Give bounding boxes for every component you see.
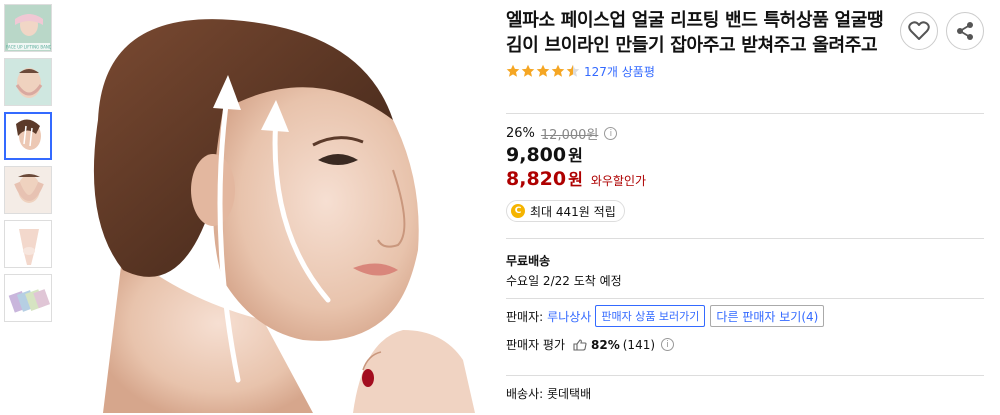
thumbnail-3[interactable] [4, 112, 52, 160]
sale-price: 9,800 [506, 144, 567, 166]
reward-badge[interactable]: C 최대 441원 적립 [506, 200, 625, 222]
seller-rating-label: 판매자 평가 [506, 338, 566, 352]
sale-price-unit: 원 [568, 146, 583, 165]
seller-rating-row: 판매자 평가 82% (141) i [506, 336, 675, 353]
view-seller-products-button[interactable]: 판매자 상품 보러가기 [595, 305, 706, 327]
seller-label: 판매자: [506, 309, 544, 324]
divider-3 [506, 298, 984, 299]
seller-rating-count: (141) [622, 337, 656, 352]
discount-rate: 26% [506, 126, 535, 141]
thumbnail-4-image [5, 167, 51, 213]
coin-icon: C [511, 204, 525, 218]
original-price: 12,000원 [540, 128, 599, 143]
thumbnail-2[interactable] [4, 58, 52, 106]
info-icon[interactable]: i [604, 127, 618, 140]
product-photo [63, 0, 475, 413]
other-sellers-button[interactable]: 다른 판매자 보기(4) [710, 305, 825, 327]
thumbs-up-icon [573, 338, 587, 351]
thumbnail-1[interactable]: FACE UP LIFTING BAND [4, 4, 52, 52]
seller-name-link[interactable]: 루나상사 [547, 308, 591, 325]
carrier-text: 배송사: 롯데택배 [506, 387, 592, 401]
seller-rating-info-icon[interactable]: i [661, 338, 675, 351]
sale-price-row: 9,800 원 [506, 142, 583, 166]
wow-price-unit: 원 [568, 170, 583, 189]
thumbnail-5[interactable] [4, 220, 52, 268]
thumbnail-3-image [6, 114, 50, 158]
seller-row: 판매자: 루나상사 판매자 상품 보러가기 다른 판매자 보기(4) [506, 305, 825, 327]
shipping-date: 수요일 2/22 도착 예정 [506, 274, 622, 288]
thumbnail-1-image: FACE UP LIFTING BAND [5, 5, 52, 51]
divider-2 [506, 238, 984, 239]
reward-text: 최대 441원 적립 [530, 204, 616, 219]
discount-row: 26% 12,000원 i [506, 124, 618, 143]
wow-label: 와우할인가 [590, 174, 647, 188]
main-product-image[interactable] [63, 0, 475, 413]
shipping-title: 무료배송 [506, 254, 551, 268]
wow-price-row: 8,820 원 와우할인가 [506, 166, 646, 190]
thumbnail-6[interactable] [4, 274, 52, 322]
seller-rating-score: 82% [591, 337, 620, 352]
purchase-section: 26% 12,000원 i 9,800 원 8,820 원 와우할인가 C 최대… [506, 0, 984, 415]
thumbnail-list: FACE UP LIFTING BAND [4, 4, 56, 328]
thumbnail-2-image [5, 59, 51, 105]
thumbnail-6-image [5, 275, 51, 321]
thumbnail-5-image [5, 221, 51, 267]
divider-4 [506, 375, 984, 376]
wow-price: 8,820 [506, 168, 567, 190]
svg-text:FACE UP LIFTING BAND: FACE UP LIFTING BAND [6, 45, 52, 50]
thumbnail-4[interactable] [4, 166, 52, 214]
